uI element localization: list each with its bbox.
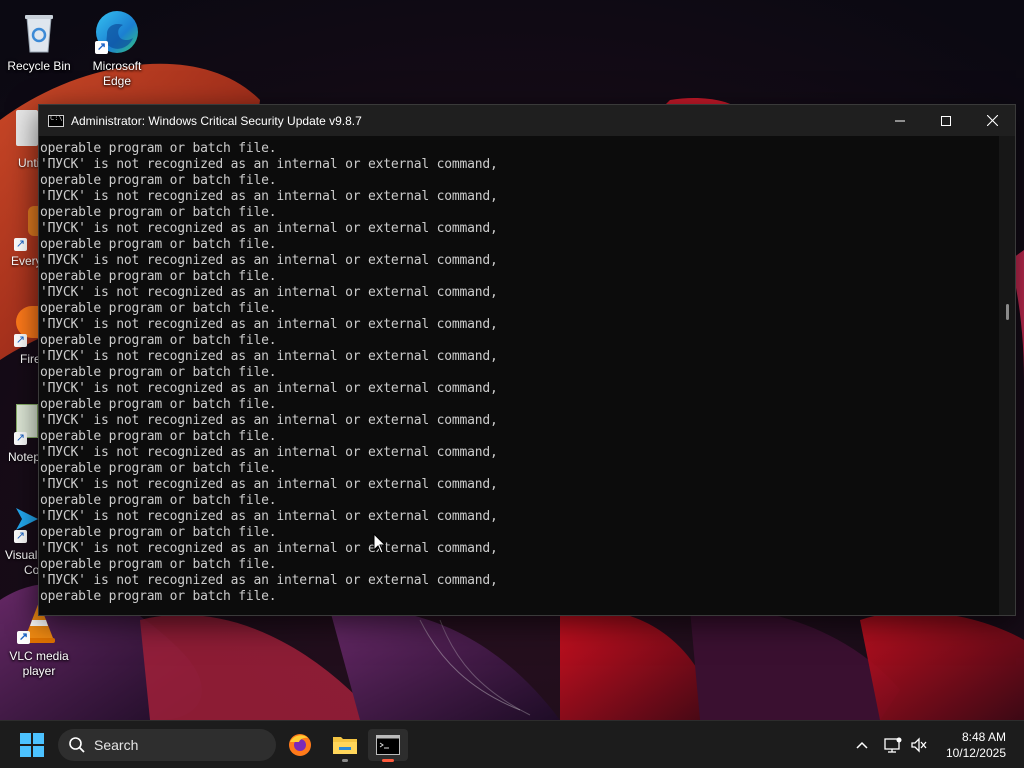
desktop-icon-label: player (22, 664, 56, 678)
desktop-icon-label: Unti (18, 156, 40, 170)
console-output[interactable]: operable program or batch file. 'ПУСК' i… (39, 136, 999, 615)
desktop-icon-microsoft-edge[interactable]: ↗ Microsoft Edge (80, 8, 154, 89)
chevron-up-icon (856, 741, 868, 749)
file-icon (16, 110, 38, 146)
desktop-icon-label: Notep (8, 450, 41, 464)
clock-date: 10/12/2025 (945, 746, 1006, 760)
shortcut-arrow-icon: ↗ (17, 631, 30, 644)
everything-icon (28, 206, 38, 236)
desktop-icon-label: Visual (5, 548, 38, 562)
console-text: operable program or batch file. 'ПУСК' i… (40, 141, 498, 604)
shortcut-arrow-icon: ↗ (14, 530, 27, 543)
shortcut-arrow-icon: ↗ (14, 238, 27, 251)
network-icon (884, 737, 902, 753)
clock-time: 8:48 AM (961, 730, 1006, 744)
windows-logo-icon (20, 733, 44, 757)
minimize-button[interactable] (877, 105, 923, 136)
taskbar-firefox-button[interactable] (280, 729, 320, 761)
desktop-icon-label: Edge (102, 74, 132, 88)
folder-icon (333, 737, 357, 754)
maximize-icon (941, 115, 951, 126)
desktop-icon-recycle-bin[interactable]: Recycle Bin (2, 8, 76, 74)
running-indicator (342, 759, 348, 762)
active-indicator (382, 759, 394, 762)
network-status-button[interactable] (883, 735, 903, 755)
shortcut-arrow-icon: ↗ (95, 41, 108, 54)
minimize-icon (895, 120, 905, 121)
scrollbar-thumb[interactable] (1006, 304, 1009, 320)
window-title: Administrator: Windows Critical Security… (71, 113, 362, 128)
taskbar-terminal-button[interactable] (368, 729, 408, 762)
shortcut-arrow-icon: ↗ (14, 432, 27, 445)
window-titlebar[interactable]: Administrator: Windows Critical Security… (39, 105, 1015, 136)
edge-icon: ↗ (93, 8, 141, 56)
shortcut-arrow-icon: ↗ (14, 334, 27, 347)
search-placeholder: Search (94, 737, 139, 753)
close-icon (986, 115, 998, 126)
vertical-scrollbar[interactable] (999, 136, 1015, 615)
maximize-button[interactable] (923, 105, 969, 136)
search-icon (69, 737, 85, 753)
console-app-icon (48, 114, 64, 127)
taskbar-file-explorer-button[interactable] (325, 729, 365, 762)
mouse-cursor-icon (373, 533, 387, 554)
taskbar: Search 8:48 AM 10/12/2025 (0, 720, 1024, 768)
command-prompt-window[interactable]: Administrator: Windows Critical Security… (38, 104, 1016, 616)
close-button[interactable] (969, 105, 1015, 136)
start-button[interactable] (20, 733, 44, 757)
show-hidden-icons-button[interactable] (852, 735, 872, 755)
taskbar-clock[interactable]: 8:48 AM 10/12/2025 (926, 729, 1006, 761)
desktop-icon-label: Recycle Bin (7, 59, 71, 73)
terminal-icon (376, 735, 400, 755)
desktop-icon-label: VLC media (9, 649, 69, 663)
desktop-icon-label: Microsoft (92, 59, 142, 73)
taskbar-search-box[interactable]: Search (58, 729, 276, 761)
recycle-bin-icon (15, 8, 63, 56)
firefox-icon (289, 734, 311, 756)
